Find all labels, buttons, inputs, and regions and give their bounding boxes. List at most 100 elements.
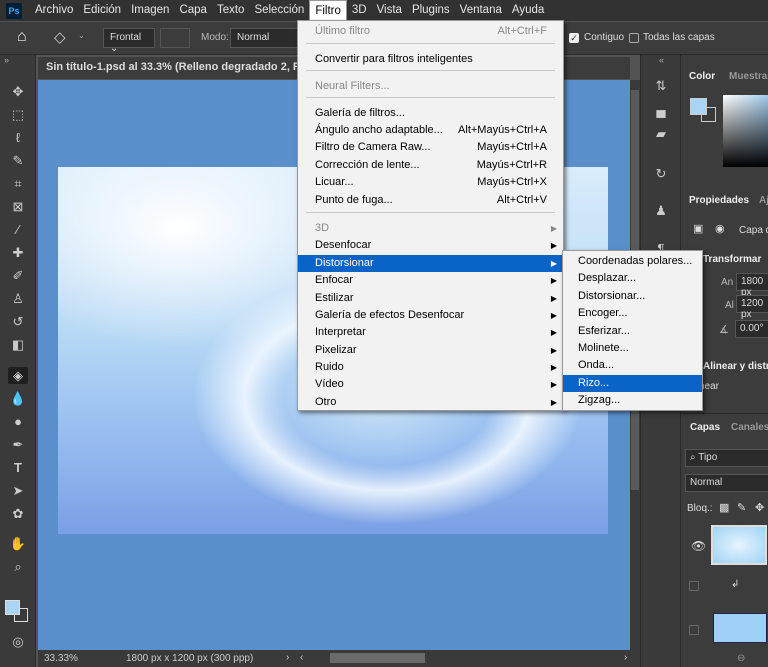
- filter-menu-item[interactable]: Último filtro Alt+Ctrl+F: [298, 23, 563, 40]
- chevron-down-icon[interactable]: ⌄: [78, 31, 85, 40]
- filter-menu-item[interactable]: Interpretar ▶: [298, 324, 563, 341]
- dodge-tool-icon[interactable]: ●: [8, 413, 28, 430]
- eyedropper-tool-icon[interactable]: ⁄: [8, 221, 28, 238]
- filter-menu-item[interactable]: Licuar... Mayús+Ctrl+X: [298, 174, 563, 191]
- paint-bucket-tool-icon[interactable]: ◈: [8, 367, 28, 384]
- filter-menu-item[interactable]: Corrección de lente... Mayús+Ctrl+R: [298, 157, 563, 174]
- source-select[interactable]: Frontal ⌄: [103, 28, 155, 54]
- link-layers-icon[interactable]: ⊖: [737, 653, 745, 664]
- distort-menu-item[interactable]: Molinete...: [563, 340, 702, 357]
- menu-imagen[interactable]: Imagen: [126, 0, 174, 21]
- lock-transparency-icon[interactable]: ▩: [719, 501, 729, 514]
- zoom-level[interactable]: 33.33%: [44, 653, 78, 664]
- tab-properties[interactable]: Propiedades: [689, 195, 749, 206]
- frame-tool-icon[interactable]: ⊠: [8, 198, 28, 215]
- brush-tool-icon[interactable]: ✐: [8, 267, 28, 284]
- tab-channels[interactable]: Canales: [731, 422, 768, 433]
- width-field[interactable]: 1800 px: [736, 273, 768, 298]
- blend-mode-select[interactable]: Normal: [685, 474, 768, 492]
- pattern-picker[interactable]: [160, 28, 190, 48]
- quick-select-tool-icon[interactable]: ✎: [8, 152, 28, 169]
- filter-menu-item[interactable]: Estilizar ▶: [298, 290, 563, 307]
- hand-tool-icon[interactable]: ✋: [8, 535, 28, 552]
- angle-field[interactable]: 0.00°: [735, 320, 768, 338]
- filter-menu-item[interactable]: Distorsionar ▶: [298, 255, 563, 272]
- horizontal-scroll-thumb[interactable]: [330, 653, 425, 663]
- mode-select[interactable]: Normal: [230, 28, 300, 48]
- distort-menu-item[interactable]: Rizo...: [563, 374, 702, 392]
- layer-thumbnail-fill[interactable]: [713, 613, 767, 643]
- filter-menu-item[interactable]: Galería de filtros...: [298, 105, 563, 122]
- tab-adjustments[interactable]: Ajustes: [759, 195, 768, 206]
- menu-capa[interactable]: Capa: [174, 0, 212, 21]
- menu-ventana[interactable]: Ventana: [455, 0, 507, 21]
- tab-color[interactable]: Color: [689, 71, 715, 82]
- menu-edicion[interactable]: Edición: [78, 0, 126, 21]
- filter-menu-item[interactable]: Neural Filters...: [298, 78, 563, 95]
- menu-seleccion[interactable]: Selección: [249, 0, 309, 21]
- menu-archivo[interactable]: Archivo: [30, 0, 78, 21]
- menu-filtro[interactable]: Filtro: [309, 0, 347, 21]
- lock-brush-icon[interactable]: ✎: [737, 501, 746, 514]
- path-select-icon[interactable]: ➤: [8, 482, 28, 499]
- filter-menu-item[interactable]: Ruido ▶: [298, 359, 563, 376]
- home-icon[interactable]: ⌂: [17, 28, 27, 46]
- menu-3d[interactable]: 3D: [347, 0, 372, 21]
- distort-menu-item[interactable]: Encoger...: [563, 305, 702, 322]
- layer-thumbnail-gradient[interactable]: [711, 525, 767, 565]
- filter-menu-item[interactable]: Vídeo ▶: [298, 376, 563, 393]
- filter-menu-item[interactable]: Filtro de Camera Raw... Mayús+Ctrl+A: [298, 139, 563, 156]
- move-tool-icon[interactable]: ✥: [8, 83, 28, 100]
- menu-plugins[interactable]: Plugins: [407, 0, 455, 21]
- actions-icon[interactable]: ↻: [651, 165, 671, 182]
- foreground-color-swatch[interactable]: [5, 600, 20, 615]
- stamp-presets-icon[interactable]: ♟: [651, 202, 671, 219]
- lasso-tool-icon[interactable]: ℓ: [8, 129, 28, 146]
- contiguous-checkbox[interactable]: ✓: [569, 33, 579, 43]
- filter-menu-item[interactable]: Ángulo ancho adaptable... Alt+Mayús+Ctrl+…: [298, 122, 563, 139]
- distort-menu-item[interactable]: Desplazar...: [563, 270, 702, 287]
- distort-menu-item[interactable]: Distorsionar...: [563, 288, 702, 305]
- tab-layers[interactable]: Capas: [690, 422, 720, 433]
- filter-menu-item[interactable]: Otro ▶: [298, 394, 563, 411]
- filter-menu-item[interactable]: Enfocar ▶: [298, 272, 563, 289]
- filter-menu-item[interactable]: Punto de fuga... Alt+Ctrl+V: [298, 192, 563, 209]
- filter-menu-item[interactable]: Pixelizar ▶: [298, 342, 563, 359]
- filter-menu-item[interactable]: Galería de efectos Desenfocar ▶: [298, 307, 563, 324]
- scroll-left-icon[interactable]: ‹: [300, 652, 303, 663]
- pen-tool-icon[interactable]: ✒: [8, 436, 28, 453]
- visibility-toggle[interactable]: [689, 581, 699, 591]
- menu-vista[interactable]: Vista: [372, 0, 407, 21]
- visibility-eye-icon[interactable]: 👁: [691, 539, 706, 553]
- type-tool-icon[interactable]: T: [8, 459, 28, 476]
- healing-brush-icon[interactable]: ✚: [8, 244, 28, 261]
- height-field[interactable]: 1200 px: [736, 295, 768, 320]
- all-layers-checkbox[interactable]: [629, 33, 639, 43]
- history-brush-icon[interactable]: ↺: [8, 313, 28, 330]
- expand-icon[interactable]: »: [4, 55, 9, 65]
- tab-swatches[interactable]: Muestras: [729, 71, 768, 82]
- marquee-tool-icon[interactable]: ⬚: [8, 106, 28, 123]
- visibility-toggle[interactable]: [689, 625, 699, 635]
- eraser-tool-icon[interactable]: ◧: [8, 336, 28, 353]
- color-picker-field[interactable]: [723, 95, 768, 167]
- distort-menu-item[interactable]: Zigzag...: [563, 392, 702, 409]
- crop-tool-icon[interactable]: ⌗: [8, 175, 28, 192]
- stamp-tool-icon[interactable]: ♙: [8, 290, 28, 307]
- chevron-right-icon[interactable]: ›: [286, 652, 289, 663]
- mask-icon[interactable]: ◉: [715, 222, 725, 235]
- paint-bucket-icon[interactable]: ◇: [54, 28, 66, 46]
- distort-menu-item[interactable]: Esferizar...: [563, 323, 702, 340]
- distort-menu-item[interactable]: Onda...: [563, 357, 702, 374]
- history-icon[interactable]: ⇅: [651, 77, 671, 94]
- blur-tool-icon[interactable]: 💧: [8, 390, 28, 407]
- scroll-right-icon[interactable]: ›: [624, 652, 627, 663]
- distort-menu-item[interactable]: Coordenadas polares...: [563, 253, 702, 270]
- menu-texto[interactable]: Texto: [212, 0, 250, 21]
- filter-menu-item[interactable]: 3D ▶: [298, 220, 563, 237]
- shape-tool-icon[interactable]: ✿: [8, 505, 28, 522]
- layer-filter[interactable]: ⌕ Tipo: [685, 449, 768, 467]
- collapse-icon[interactable]: «: [659, 55, 664, 65]
- zoom-tool-icon[interactable]: ⌕: [8, 558, 28, 575]
- comments-icon[interactable]: ▰: [651, 125, 671, 142]
